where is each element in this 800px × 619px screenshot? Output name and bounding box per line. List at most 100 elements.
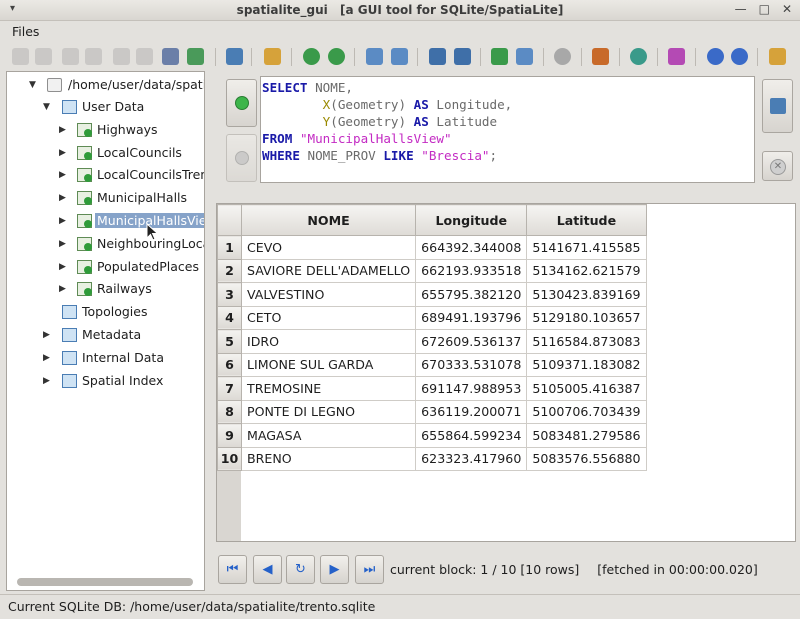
cell-nome[interactable]: SAVIORE DELL'ADAMELLO — [240, 258, 417, 283]
cell-nome[interactable]: TREMOSINE — [240, 376, 417, 401]
cell-nome[interactable]: VALVESTINO — [240, 282, 417, 307]
cell-nome[interactable]: CEVO — [240, 235, 417, 260]
dump-shapefile-icon[interactable] — [429, 48, 446, 65]
cell-latitude[interactable]: 5105005.416387 — [526, 376, 647, 401]
prev-block-button[interactable]: ◀ — [253, 555, 282, 584]
minimize-icon[interactable]: — — [735, 2, 747, 16]
refresh-block-button[interactable]: ↻ — [286, 555, 315, 584]
load-shapefile-icon[interactable] — [264, 48, 281, 65]
expanded-arrow-icon[interactable]: ▼ — [43, 102, 50, 112]
cell-latitude[interactable]: 5130423.839169 — [526, 282, 647, 307]
table-row[interactable]: 2 SAVIORE DELL'ADAMELLO 662193.933518 51341… — [217, 258, 647, 283]
column-header-longitude[interactable]: Longitude — [415, 204, 528, 236]
exit-icon[interactable] — [769, 48, 786, 65]
table-row[interactable]: 8 PONTE DI LEGNO 636119.200071 5100706.7034… — [217, 399, 647, 424]
table-row[interactable]: 10 BRENO 623323.417960 5083576.556880 — [217, 446, 647, 471]
plugin-icon[interactable] — [162, 48, 179, 65]
collapsed-arrow-icon[interactable]: ▶ — [43, 330, 50, 340]
tree-layer-row[interactable]: ▶ NeighbouringLocalities — [7, 235, 204, 255]
load-dbf-icon[interactable] — [391, 48, 408, 65]
cell-longitude[interactable]: 662193.933518 — [415, 258, 528, 283]
cell-longitude[interactable]: 664392.344008 — [415, 235, 528, 260]
cell-nome[interactable]: BRENO — [240, 446, 417, 471]
cell-latitude[interactable]: 5100706.703439 — [526, 399, 647, 424]
collapsed-arrow-icon[interactable]: ▶ — [59, 148, 66, 158]
collapsed-arrow-icon[interactable]: ▶ — [59, 216, 66, 226]
collapsed-arrow-icon[interactable]: ▶ — [43, 376, 50, 386]
cell-longitude[interactable]: 691147.988953 — [415, 376, 528, 401]
collapsed-arrow-icon[interactable]: ▶ — [59, 193, 66, 203]
cell-longitude[interactable]: 655864.599234 — [415, 423, 528, 448]
security-icon[interactable] — [668, 48, 685, 65]
srid-icon[interactable] — [554, 48, 571, 65]
cell-longitude[interactable]: 670333.531078 — [415, 352, 528, 377]
maximize-icon[interactable]: □ — [759, 2, 770, 16]
cell-longitude[interactable]: 655795.382120 — [415, 282, 528, 307]
sql-script-icon[interactable] — [226, 48, 243, 65]
vacuum-icon[interactable] — [113, 48, 130, 65]
row-number[interactable]: 4 — [217, 305, 242, 330]
table-row[interactable]: 4 CETO 689491.193796 5129180.103657 — [217, 305, 647, 330]
collapsed-arrow-icon[interactable]: ▶ — [59, 284, 66, 294]
execute-sql-button[interactable] — [226, 79, 257, 127]
sql-editor[interactable]: SELECT NOME, X(Geometry) AS Longitude, Y… — [260, 76, 755, 183]
table-row[interactable]: 1 CEVO 664392.344008 5141671.415585 — [217, 235, 647, 260]
about-icon[interactable] — [731, 48, 748, 65]
row-number[interactable]: 5 — [217, 329, 242, 354]
tree-layer-row[interactable]: ▶ LocalCouncils — [7, 144, 204, 164]
table-row[interactable]: 5 IDRO 672609.536137 5116584.873083 — [217, 329, 647, 354]
load-network-icon[interactable] — [516, 48, 533, 65]
collapsed-arrow-icon[interactable]: ▶ — [59, 262, 66, 272]
row-number[interactable]: 1 — [217, 235, 242, 260]
cell-nome[interactable]: IDRO — [240, 329, 417, 354]
virtual-csv-icon[interactable] — [328, 48, 345, 65]
row-number[interactable]: 9 — [217, 423, 242, 448]
column-header-latitude[interactable]: Latitude — [526, 204, 647, 236]
memory-db-icon[interactable] — [62, 48, 79, 65]
collapsed-arrow-icon[interactable]: ▶ — [59, 170, 66, 180]
cell-latitude[interactable]: 5083481.279586 — [526, 423, 647, 448]
cell-nome[interactable]: MAGASA — [240, 423, 417, 448]
table-row[interactable]: 6 LIMONE SUL GARDA 670333.531078 5109371.18… — [217, 352, 647, 377]
tree-layer-row[interactable]: ▶ MunicipalHalls — [7, 189, 204, 209]
tree-layer-row[interactable]: ▶ Highways — [7, 121, 204, 141]
cell-longitude[interactable]: 672609.536137 — [415, 329, 528, 354]
memory-db-save-icon[interactable] — [85, 48, 102, 65]
refresh-icon[interactable] — [187, 48, 204, 65]
dump-kml-icon[interactable] — [454, 48, 471, 65]
cell-latitude[interactable]: 5134162.621579 — [526, 258, 647, 283]
panel-splitter[interactable] — [207, 71, 211, 591]
row-number[interactable]: 2 — [217, 258, 242, 283]
disconnect-icon[interactable] — [35, 48, 52, 65]
cell-latitude[interactable]: 5141671.415585 — [526, 235, 647, 260]
cell-latitude[interactable]: 5109371.183082 — [526, 352, 647, 377]
tree-layer-row[interactable]: ▶ PopulatedPlaces — [7, 258, 204, 278]
cell-longitude[interactable]: 623323.417960 — [415, 446, 528, 471]
cell-longitude[interactable]: 689491.193796 — [415, 305, 528, 330]
cell-latitude[interactable]: 5129180.103657 — [526, 305, 647, 330]
tree-layer-row[interactable]: ▶ Railways — [7, 280, 204, 300]
wfs-icon[interactable] — [630, 48, 647, 65]
collapsed-arrow-icon[interactable]: ▶ — [59, 125, 66, 135]
cell-nome[interactable]: PONTE DI LEGNO — [240, 399, 417, 424]
tree-layer-row-selected[interactable]: ▶ MunicipalHallsView — [7, 212, 204, 232]
sql-grid-splitter[interactable] — [212, 188, 798, 194]
table-row[interactable]: 3 VALVESTINO 655795.382120 5130423.839169 — [217, 282, 647, 307]
sql-history-button[interactable] — [226, 134, 257, 182]
first-block-button[interactable]: ⏮ — [218, 555, 247, 584]
tree-root-row[interactable]: ▼ /home/user/data/spatialite — [7, 76, 204, 96]
tree-horizontal-scrollbar[interactable] — [17, 578, 193, 586]
table-row[interactable]: 7 TREMOSINE 691147.988953 5105005.416387 — [217, 376, 647, 401]
cell-nome[interactable]: LIMONE SUL GARDA — [240, 352, 417, 377]
row-number[interactable]: 6 — [217, 352, 242, 377]
row-number[interactable]: 10 — [217, 446, 242, 471]
connect-icon[interactable] — [12, 48, 29, 65]
virtual-shapefile-icon[interactable] — [303, 48, 320, 65]
collapsed-arrow-icon[interactable]: ▶ — [43, 353, 50, 363]
row-number[interactable]: 7 — [217, 376, 242, 401]
cell-nome[interactable]: CETO — [240, 305, 417, 330]
results-grid[interactable]: NOME Longitude Latitude 1 CEVO 664392.3440… — [216, 203, 796, 542]
load-txt-icon[interactable] — [366, 48, 383, 65]
clear-sql-button[interactable]: ✕ — [762, 151, 793, 181]
expanded-arrow-icon[interactable]: ▼ — [29, 80, 36, 90]
